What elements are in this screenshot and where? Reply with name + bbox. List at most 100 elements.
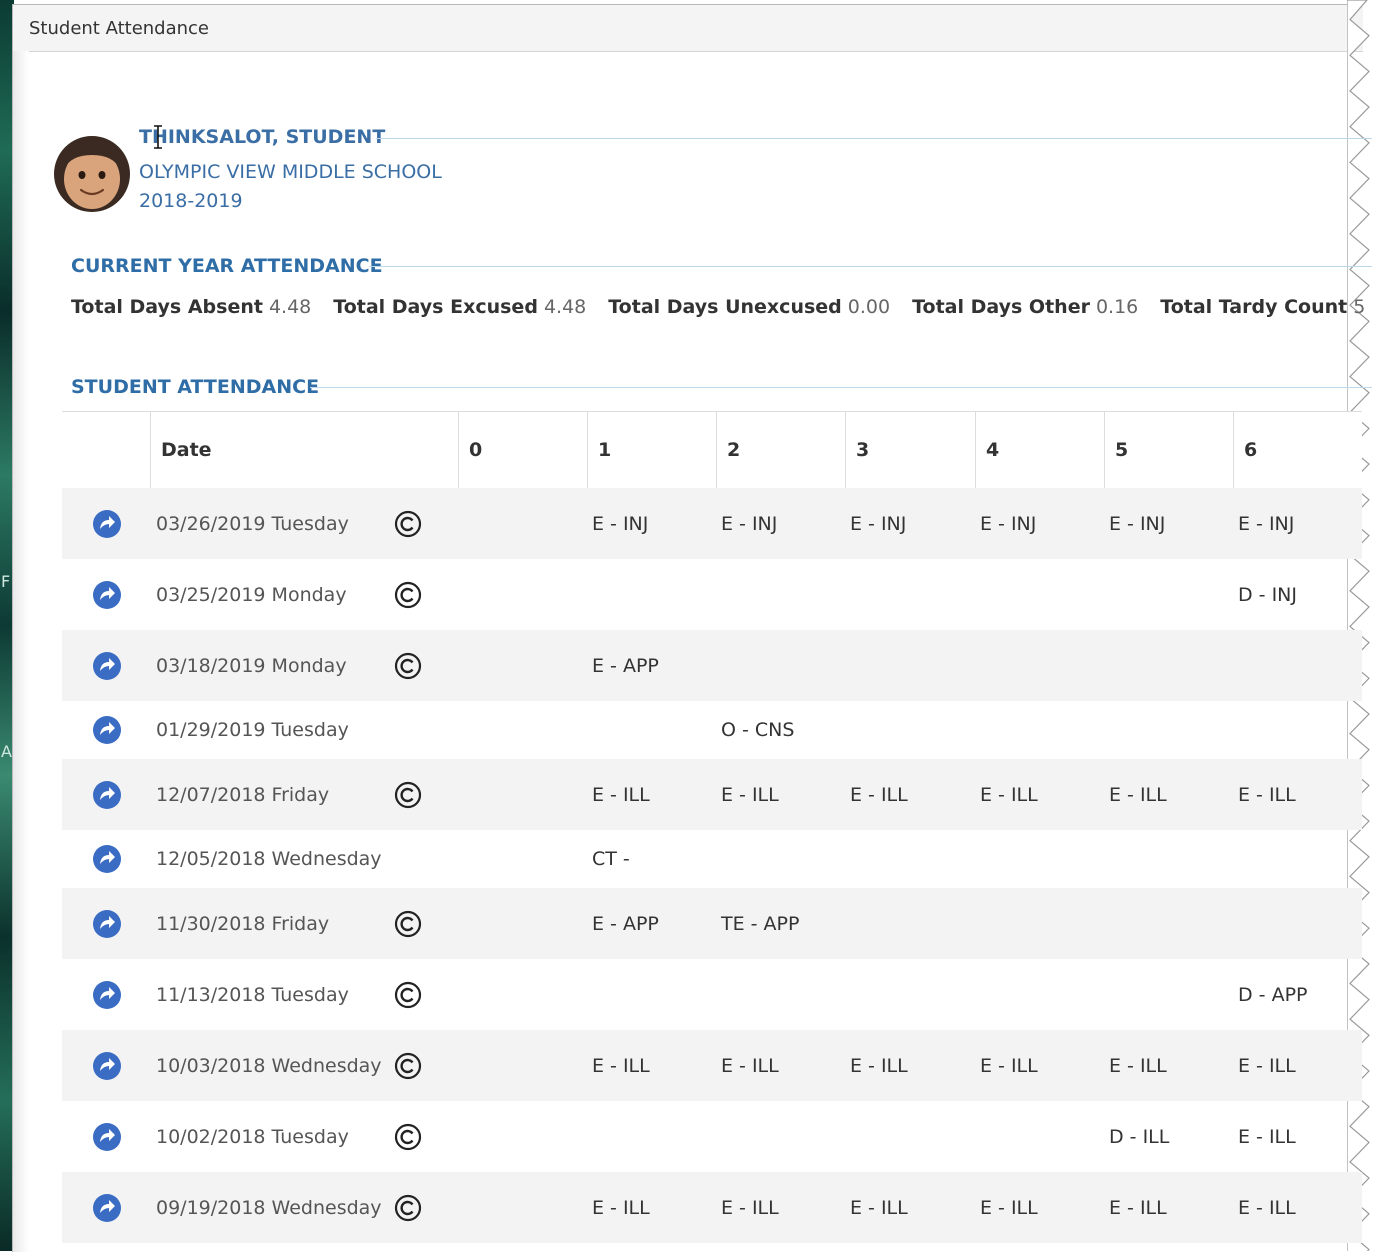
total-absent-value: 4.48 xyxy=(268,296,312,318)
open-detail-icon[interactable] xyxy=(92,909,122,939)
period-3-cell xyxy=(850,888,975,959)
period-6-cell xyxy=(1238,830,1362,888)
window-title-bar[interactable]: Student Attendance xyxy=(13,5,1363,52)
comment-indicator-icon[interactable] xyxy=(394,581,422,609)
period-5-cell xyxy=(1109,630,1233,701)
open-detail-icon[interactable] xyxy=(92,715,122,745)
student-attendance-heading: STUDENT ATTENDANCE xyxy=(71,376,320,398)
comment-indicator-icon[interactable] xyxy=(394,910,422,938)
attendance-date: 10/03/2018 Wednesday xyxy=(156,1054,382,1077)
period-0-cell xyxy=(463,1101,587,1172)
period-6-cell xyxy=(1238,888,1362,959)
period-6-cell: E - ILL xyxy=(1238,1196,1296,1219)
comment-indicator-icon[interactable] xyxy=(394,1052,422,1080)
comment-indicator-icon[interactable] xyxy=(394,1194,422,1222)
total-unexcused-label: Total Days Unexcused xyxy=(608,296,842,318)
attendance-row: 03/25/2019 Monday D - INJ xyxy=(62,559,1362,630)
period-3-cell: E - ILL xyxy=(850,783,908,806)
attendance-row: 03/26/2019 Tuesday E - INJ E - INJ E - INJ E… xyxy=(62,488,1362,559)
period-1-cell: E - INJ xyxy=(592,512,649,535)
period-0-cell xyxy=(463,830,587,888)
period-6-cell: E - ILL xyxy=(1238,1054,1296,1077)
period-5-cell xyxy=(1109,959,1233,1030)
student-attendance-divider xyxy=(310,387,1372,388)
school-name: OLYMPIC VIEW MIDDLE SCHOOL xyxy=(139,161,442,183)
open-detail-icon[interactable] xyxy=(92,1193,122,1223)
attendance-date: 12/05/2018 Wednesday xyxy=(156,848,382,870)
desktop-edge-letter: F xyxy=(1,572,11,591)
period-2-cell xyxy=(721,830,845,888)
comment-indicator-icon[interactable] xyxy=(394,510,422,538)
total-excused-label: Total Days Excused xyxy=(333,296,538,318)
window-inner-edge xyxy=(13,51,29,1252)
column-header-period-3[interactable]: 3 xyxy=(845,412,975,488)
column-header-period-1[interactable]: 1 xyxy=(587,412,716,488)
open-detail-icon[interactable] xyxy=(92,980,122,1010)
period-4-cell xyxy=(980,830,1104,888)
period-3-cell xyxy=(850,559,975,630)
attendance-totals: Total Days Absent 4.48 Total Days Excused 4… xyxy=(71,296,1381,318)
period-1-cell: E - APP xyxy=(592,912,659,935)
total-tardy-label: Total Tardy Count xyxy=(1160,296,1348,318)
open-detail-icon[interactable] xyxy=(92,1051,122,1081)
period-2-cell: E - ILL xyxy=(721,1196,779,1219)
period-4-cell xyxy=(980,888,1104,959)
desktop-edge-letter: A xyxy=(1,742,12,761)
column-header-period-6[interactable]: 6 xyxy=(1233,412,1362,488)
period-3-cell xyxy=(850,701,975,759)
column-header-period-4[interactable]: 4 xyxy=(975,412,1104,488)
comment-indicator-icon[interactable] xyxy=(394,1123,422,1151)
school-year: 2018-2019 xyxy=(139,190,243,212)
comment-indicator-icon[interactable] xyxy=(394,781,422,809)
period-0-cell xyxy=(463,701,587,759)
student-name[interactable]: THINKSALOT, STUDENT xyxy=(139,126,385,148)
open-detail-icon[interactable] xyxy=(92,509,122,539)
attendance-grid: Date 0 1 2 3 4 5 6 03/26/2019 Tuesday E - INJ E -… xyxy=(62,411,1362,1243)
period-2-cell: E - ILL xyxy=(721,1054,779,1077)
period-1-cell xyxy=(592,559,716,630)
attendance-row: 09/19/2018 Wednesday E - ILL E - ILL E - IL… xyxy=(62,1172,1362,1243)
period-0-cell xyxy=(463,1030,587,1101)
period-1-cell: CT - xyxy=(592,848,630,870)
period-6-cell: E - ILL xyxy=(1238,1125,1296,1148)
period-0-cell xyxy=(463,630,587,701)
period-4-cell: E - ILL xyxy=(980,783,1038,806)
period-0-cell xyxy=(463,759,587,830)
attendance-row: 12/07/2018 Friday E - ILL E - ILL E - ILL E … xyxy=(62,759,1362,830)
column-header-period-2[interactable]: 2 xyxy=(716,412,845,488)
period-4-cell xyxy=(980,559,1104,630)
period-5-cell xyxy=(1109,830,1233,888)
text-cursor-icon xyxy=(154,125,162,149)
open-detail-icon[interactable] xyxy=(92,844,122,874)
period-4-cell: E - INJ xyxy=(980,512,1037,535)
open-detail-icon[interactable] xyxy=(92,580,122,610)
period-2-cell xyxy=(721,559,845,630)
column-header-period-0[interactable]: 0 xyxy=(458,412,587,488)
period-2-cell: TE - APP xyxy=(721,912,800,935)
comment-indicator-icon[interactable] xyxy=(394,652,422,680)
column-header-period-5[interactable]: 5 xyxy=(1104,412,1233,488)
column-header-date[interactable]: Date xyxy=(150,412,458,488)
period-0-cell xyxy=(463,1172,587,1243)
total-unexcused-value: 0.00 xyxy=(847,296,891,318)
total-excused-value: 4.48 xyxy=(543,296,587,318)
period-1-cell xyxy=(592,1101,716,1172)
attendance-row: 12/05/2018 Wednesday CT - xyxy=(62,830,1362,888)
period-3-cell: E - ILL xyxy=(850,1196,908,1219)
period-1-cell: E - ILL xyxy=(592,1196,650,1219)
period-2-cell xyxy=(721,630,845,701)
period-3-cell xyxy=(850,1101,975,1172)
period-3-cell xyxy=(850,830,975,888)
period-0-cell xyxy=(463,888,587,959)
total-other-value: 0.16 xyxy=(1095,296,1139,318)
open-detail-icon[interactable] xyxy=(92,1122,122,1152)
current-year-heading: CURRENT YEAR ATTENDANCE xyxy=(71,255,383,277)
comment-indicator-icon[interactable] xyxy=(394,981,422,1009)
period-1-cell xyxy=(592,959,716,1030)
attendance-date: 01/29/2019 Tuesday xyxy=(156,719,349,741)
period-3-cell xyxy=(850,630,975,701)
open-detail-icon[interactable] xyxy=(92,651,122,681)
open-detail-icon[interactable] xyxy=(92,780,122,810)
period-5-cell: E - ILL xyxy=(1109,783,1167,806)
period-1-cell xyxy=(592,701,716,759)
